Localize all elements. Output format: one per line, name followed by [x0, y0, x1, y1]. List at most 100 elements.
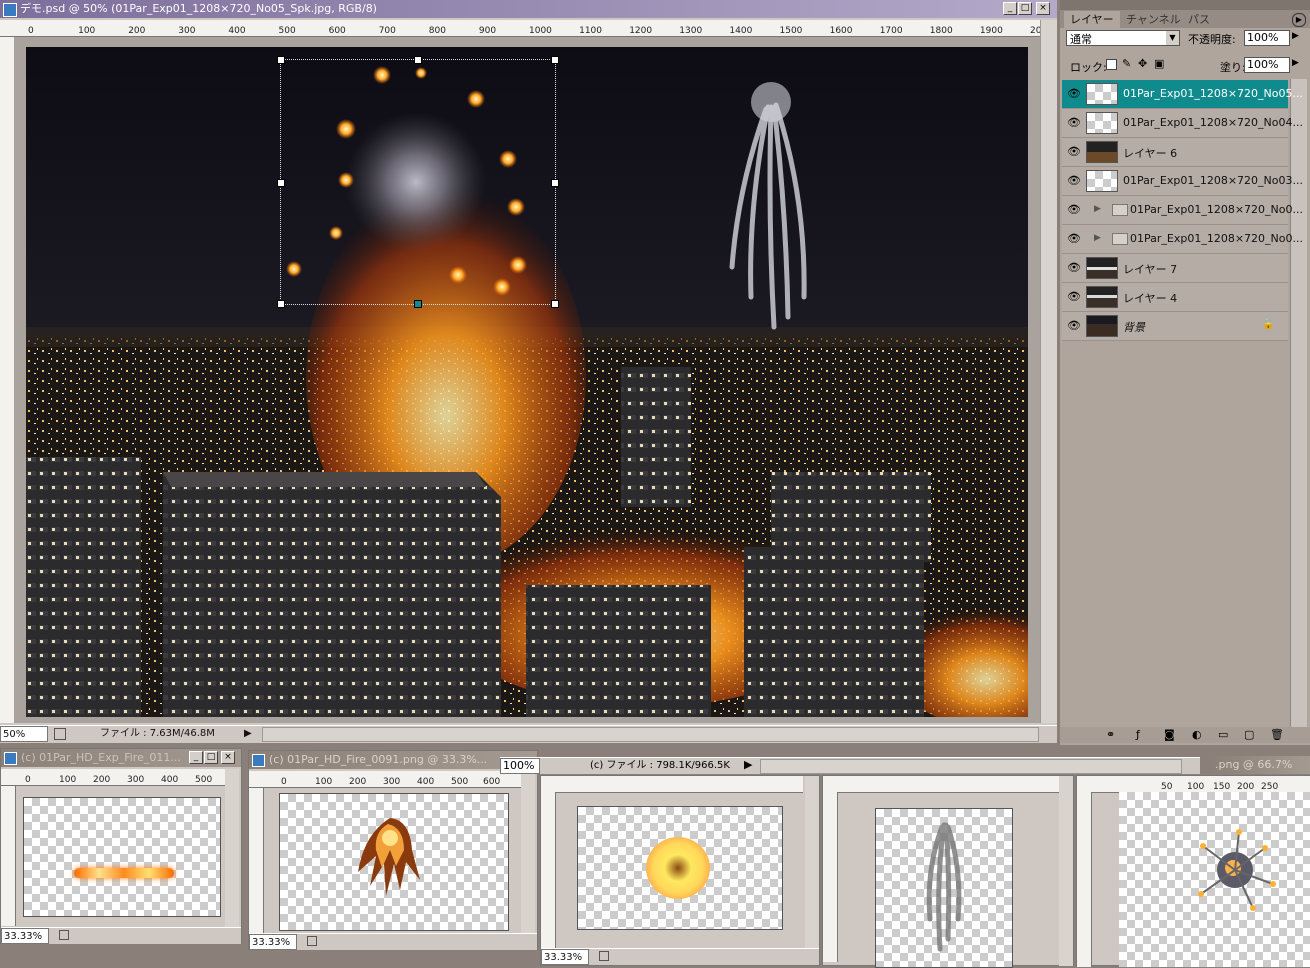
link-icon[interactable]: ⚭ [1106, 728, 1115, 741]
transform-handle[interactable] [414, 300, 422, 308]
layer-row[interactable]: 👁 01Par_Exp01_1208×720_No04... [1062, 109, 1303, 138]
layer-group-row[interactable]: 👁 ▶ 01Par_Exp01_1208×720_No0... [1062, 196, 1303, 225]
tab-paths[interactable]: パス [1188, 11, 1210, 28]
fill-field[interactable]: 100% [1244, 57, 1290, 73]
layer-name: 01Par_Exp01_1208×720_No0... [1130, 232, 1303, 245]
opacity-slider-arrow-icon[interactable]: ▶ [1292, 31, 1299, 41]
tab-layers[interactable]: レイヤー [1064, 11, 1120, 28]
layer-name: 01Par_Exp01_1208×720_No04... [1123, 116, 1303, 129]
palette-menu-icon[interactable]: ▶ [1292, 13, 1306, 27]
doc-window-smoke [822, 775, 1074, 968]
ruler-tick: 1300 [679, 26, 703, 36]
zoom-level-field[interactable]: 33.33% [541, 949, 589, 965]
maximize-button[interactable]: □ [1018, 2, 1032, 15]
fill-label: 塗り: [1220, 61, 1246, 74]
eye-icon[interactable]: 👁 [1066, 87, 1082, 101]
ruler-tick: 1700 [879, 26, 903, 36]
status-bar: 50% ファイル : 7.63M/46.8M ▶ [0, 725, 1057, 742]
doc-scrollbar[interactable] [1059, 776, 1073, 966]
vertical-scrollbar[interactable] [1040, 20, 1057, 723]
layer-row[interactable]: 👁 レイヤー 7 [1062, 254, 1288, 283]
main-window-titlebar[interactable]: デモ.psd @ 50% (01Par_Exp01_1208×720_No05_… [0, 0, 1057, 18]
layer-name: 背景 [1123, 321, 1145, 334]
eye-icon[interactable]: 👁 [1066, 261, 1082, 275]
doc-window-titlebar[interactable]: (c) 01Par_HD_Fire_0091.png @ 33.3%... [249, 751, 537, 769]
ruler-tick: 100 [59, 775, 77, 785]
status-arrow-icon[interactable]: ▶ [744, 758, 752, 771]
doc-scrollbar[interactable] [805, 776, 819, 948]
layer-row[interactable]: 👁 01Par_Exp01_1208×720_No05... [1062, 80, 1303, 109]
layer-group-row[interactable]: 👁 ▶ 01Par_Exp01_1208×720_No0... [1062, 225, 1303, 254]
eye-icon[interactable]: 👁 [1066, 145, 1082, 159]
status-menu-icon[interactable] [54, 728, 66, 740]
trash-icon[interactable]: 🗑 [1270, 728, 1284, 741]
close-button[interactable]: × [1036, 2, 1050, 15]
layer-style-icon[interactable]: ƒ [1136, 728, 1140, 741]
eye-icon[interactable]: 👁 [1066, 203, 1082, 217]
canvas-area[interactable] [14, 37, 1040, 723]
lock-move-icon[interactable]: ✥ [1138, 57, 1147, 70]
new-group-icon[interactable]: ▭ [1218, 728, 1228, 741]
zoom-level-field[interactable]: 33.33% [1, 928, 49, 944]
eye-icon[interactable]: 👁 [1066, 290, 1082, 304]
minimize-button[interactable]: _ [1003, 2, 1017, 15]
layer-row[interactable]: 👁 01Par_Exp01_1208×720_No03... [1062, 167, 1303, 196]
doc-canvas[interactable] [1119, 792, 1310, 967]
opacity-field[interactable]: 100% [1244, 30, 1290, 46]
doc-canvas[interactable] [23, 797, 221, 917]
expand-triangle-icon[interactable]: ▶ [1094, 233, 1101, 243]
ruler-tick: 1200 [629, 26, 653, 36]
zoom-level-field[interactable]: 100% [500, 758, 540, 774]
close-button[interactable]: × [221, 751, 235, 764]
doc-scrollbar[interactable] [225, 769, 239, 927]
layer-mask-icon[interactable]: ◙ [1164, 728, 1175, 741]
horizontal-scrollbar[interactable] [760, 759, 1182, 774]
lock-all-icon[interactable]: ▣ [1154, 57, 1164, 70]
status-menu-icon[interactable] [59, 930, 69, 940]
doc-window-titlebar[interactable]: (c) 01Par_HD_Exp_Fire_011... _ □ × [1, 749, 241, 767]
transform-handle[interactable] [414, 56, 422, 64]
doc-window-explosion: 33.33% [540, 775, 820, 966]
ruler-tick: 1100 [579, 26, 602, 36]
ruler-tick: 900 [478, 26, 497, 36]
transform-handle[interactable] [277, 56, 285, 64]
eye-icon[interactable]: 👁 [1066, 174, 1082, 188]
new-layer-icon[interactable]: ▢ [1244, 728, 1254, 741]
vertical-ruler [0, 37, 15, 723]
doc-canvas[interactable] [577, 806, 783, 930]
transform-handle[interactable] [551, 56, 559, 64]
horizontal-scrollbar[interactable] [262, 727, 1039, 742]
doc-window-titlebar[interactable]: .png @ 66.7% (RGB/8) [1211, 756, 1310, 789]
blend-mode-select[interactable]: 通常 ▼ [1066, 30, 1180, 46]
adjustment-layer-icon[interactable]: ◐ [1192, 728, 1202, 741]
fill-slider-arrow-icon[interactable]: ▶ [1292, 58, 1299, 68]
transform-handle[interactable] [551, 179, 559, 187]
transform-handle[interactable] [277, 179, 285, 187]
doc-scrollbar[interactable] [521, 771, 535, 933]
maximize-button[interactable]: □ [204, 751, 218, 764]
layer-name: レイヤー 7 [1123, 263, 1178, 276]
lock-transparency-icon[interactable] [1106, 59, 1117, 70]
eye-icon[interactable]: 👁 [1066, 232, 1082, 246]
eye-icon[interactable]: 👁 [1066, 319, 1082, 333]
status-menu-icon[interactable] [599, 951, 609, 961]
layer-row[interactable]: 👁 レイヤー 4 [1062, 283, 1288, 312]
transform-handle[interactable] [277, 300, 285, 308]
folder-icon [1112, 233, 1128, 245]
doc-canvas[interactable] [875, 808, 1013, 968]
minimize-button[interactable]: _ [189, 751, 203, 764]
eye-icon[interactable]: 👁 [1066, 116, 1082, 130]
zoom-level-field[interactable]: 33.33% [249, 934, 297, 950]
doc-status-bar: 33.33% [541, 948, 819, 965]
lock-brush-icon[interactable]: ✎ [1122, 57, 1131, 70]
doc-canvas[interactable] [279, 793, 509, 931]
transform-bounding-box[interactable] [280, 59, 556, 305]
status-menu-icon[interactable] [307, 936, 317, 946]
transform-handle[interactable] [551, 300, 559, 308]
layer-row[interactable]: 👁 レイヤー 6 [1062, 138, 1288, 167]
layer-row[interactable]: 👁 背景 🔒 [1062, 312, 1288, 341]
zoom-level-field[interactable]: 50% [0, 726, 48, 742]
expand-triangle-icon[interactable]: ▶ [1094, 204, 1101, 214]
status-arrow-icon[interactable]: ▶ [244, 726, 252, 742]
tab-channels[interactable]: チャンネル [1126, 11, 1181, 28]
